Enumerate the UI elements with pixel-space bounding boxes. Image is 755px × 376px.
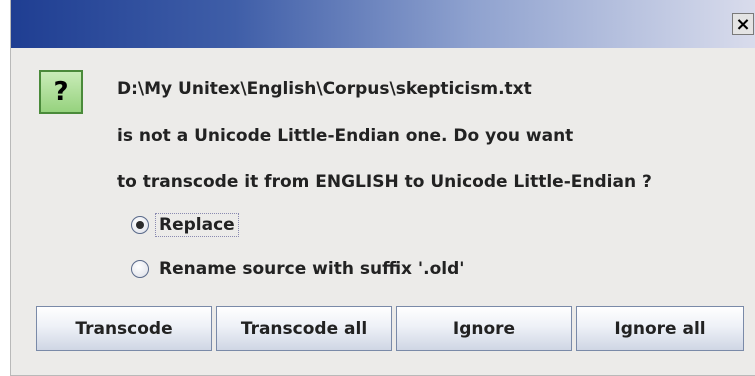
ignore-button-label[interactable]: Ignore [453, 319, 515, 339]
option-replace-label[interactable]: Replace [155, 213, 239, 237]
option-rename[interactable]: Rename source with suffix '.old' [131, 259, 464, 279]
question-icon-glyph: ? [53, 77, 69, 107]
transcode-button-label[interactable]: Transcode [75, 319, 172, 339]
option-replace[interactable]: Replace [131, 213, 239, 237]
option-rename-label[interactable]: Rename source with suffix '.old' [159, 259, 464, 279]
transcode-all-button-label[interactable]: Transcode all [241, 319, 367, 339]
question-icon: ? [39, 70, 83, 114]
message-line-2: is not a Unicode Little-Endian one. Do y… [117, 126, 574, 146]
close-button[interactable]: × [732, 13, 754, 35]
ignore-all-button[interactable]: Ignore all [576, 306, 744, 351]
message-line-1: D:\My Unitex\English\Corpus\skepticism.t… [117, 79, 532, 99]
close-icon[interactable]: × [735, 14, 750, 35]
radio-replace[interactable] [131, 216, 149, 234]
transcode-all-button[interactable]: Transcode all [216, 306, 392, 351]
message-line-3: to transcode it from ENGLISH to Unicode … [117, 172, 652, 192]
ignore-all-button-label[interactable]: Ignore all [614, 319, 705, 339]
ignore-button[interactable]: Ignore [396, 306, 572, 351]
transcode-button[interactable]: Transcode [36, 306, 212, 351]
transcode-dialog: × ? D:\My Unitex\English\Corpus\skeptici… [10, 0, 755, 376]
radio-rename[interactable] [131, 260, 149, 278]
title-bar[interactable]: × [11, 0, 755, 48]
